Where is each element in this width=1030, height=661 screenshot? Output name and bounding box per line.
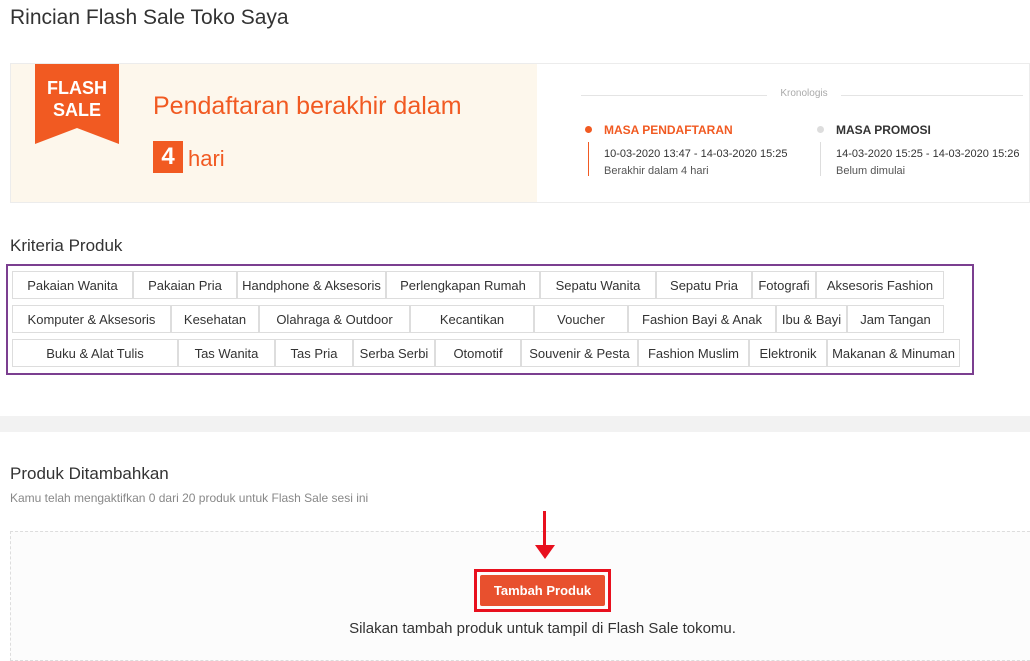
days-remaining-unit: hari: [188, 146, 225, 171]
section-divider: [0, 416, 1030, 432]
category-chip[interactable]: Otomotif: [435, 339, 521, 367]
category-chip[interactable]: Fashion Muslim: [638, 339, 749, 367]
category-chip[interactable]: Elektronik: [749, 339, 827, 367]
phase-indicator-bar: [820, 142, 821, 176]
timeline-line-left: [581, 95, 767, 96]
category-chip[interactable]: Makanan & Minuman: [827, 339, 960, 367]
phase-dates: 10-03-2020 13:47 - 14-03-2020 15:25: [604, 148, 788, 160]
category-chip[interactable]: Sepatu Wanita: [540, 271, 656, 299]
category-chip[interactable]: Souvenir & Pesta: [521, 339, 638, 367]
criteria-section-title: Kriteria Produk: [10, 236, 123, 255]
phase-name: MASA PENDAFTARAN: [604, 123, 733, 137]
category-chip[interactable]: Pakaian Wanita: [12, 271, 133, 299]
phase-status: Belum dimulai: [836, 165, 906, 177]
banner-countdown-panel: FLASH SALE Pendaftaran berakhir dalam 4 …: [11, 64, 537, 202]
category-chip[interactable]: Ibu & Bayi: [776, 305, 847, 333]
added-products-subtitle: Kamu telah mengaktifkan 0 dari 20 produk…: [10, 491, 369, 505]
registration-countdown-headline: Pendaftaran berakhir dalam: [153, 92, 462, 120]
criteria-category-list: Pakaian Wanita Pakaian Pria Handphone & …: [6, 264, 974, 375]
annotation-arrow-icon: [543, 511, 546, 547]
days-remaining-value: 4: [153, 141, 183, 173]
logo-text-flash: FLASH: [47, 78, 107, 98]
inactive-phase-dot-icon: [817, 126, 824, 133]
logo-text-sale: SALE: [53, 100, 101, 120]
add-product-button[interactable]: Tambah Produk: [480, 575, 605, 606]
phase-indicator-bar: [588, 142, 589, 176]
active-phase-dot-icon: [585, 126, 592, 133]
category-chip[interactable]: Jam Tangan: [847, 305, 944, 333]
category-chip[interactable]: Handphone & Aksesoris: [237, 271, 386, 299]
timeline-title: Kronologis: [780, 88, 828, 99]
flash-sale-banner: FLASH SALE Pendaftaran berakhir dalam 4 …: [10, 63, 1030, 203]
empty-products-hint: Silakan tambah produk untuk tampil di Fl…: [349, 620, 736, 637]
category-chip[interactable]: Sepatu Pria: [656, 271, 752, 299]
category-chip[interactable]: Fotografi: [752, 271, 816, 299]
category-chip[interactable]: Kecantikan: [410, 305, 534, 333]
annotation-arrowhead-icon: [535, 545, 555, 559]
category-chip[interactable]: Aksesoris Fashion: [816, 271, 944, 299]
category-chip[interactable]: Olahraga & Outdoor: [259, 305, 410, 333]
category-chip[interactable]: Komputer & Aksesoris: [12, 305, 171, 333]
phase-dates: 14-03-2020 15:25 - 14-03-2020 15:26: [836, 148, 1020, 160]
category-chip[interactable]: Tas Pria: [275, 339, 353, 367]
category-chip[interactable]: Perlengkapan Rumah: [386, 271, 540, 299]
phase-name: MASA PROMOSI: [836, 123, 931, 137]
category-chip[interactable]: Pakaian Pria: [133, 271, 237, 299]
category-chip[interactable]: Voucher: [534, 305, 628, 333]
flash-sale-logo: FLASH SALE: [35, 64, 119, 144]
timeline-line-right: [841, 95, 1023, 96]
page-title: Rincian Flash Sale Toko Saya: [10, 6, 289, 29]
category-chip[interactable]: Kesehatan: [171, 305, 259, 333]
phase-status: Berakhir dalam 4 hari: [604, 165, 709, 177]
added-products-title: Produk Ditambahkan: [10, 464, 169, 483]
category-chip[interactable]: Fashion Bayi & Anak: [628, 305, 776, 333]
category-chip[interactable]: Tas Wanita: [178, 339, 275, 367]
category-chip[interactable]: Serba Serbi: [353, 339, 435, 367]
category-chip[interactable]: Buku & Alat Tulis: [12, 339, 178, 367]
